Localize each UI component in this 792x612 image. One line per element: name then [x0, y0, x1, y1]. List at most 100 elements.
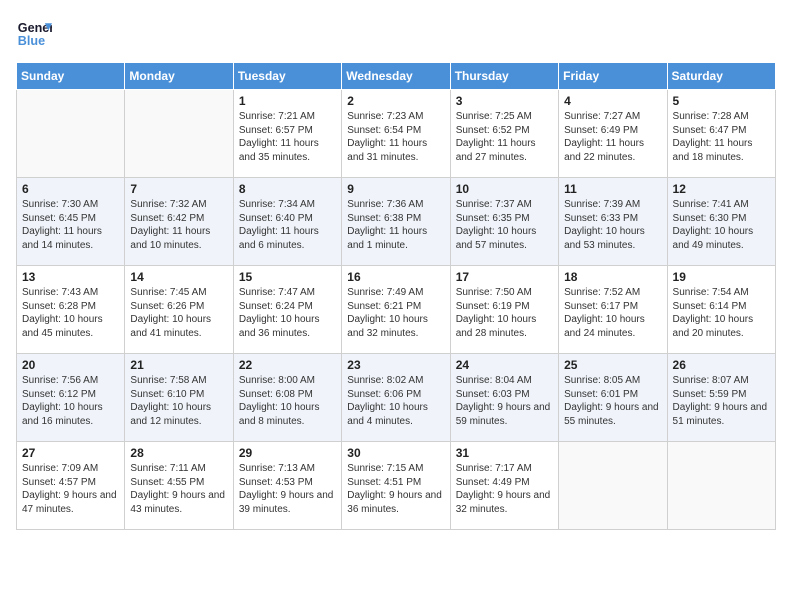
cell-content: Sunrise: 7:58 AM Sunset: 6:10 PM Dayligh…	[130, 374, 227, 428]
day-number: 8	[239, 182, 336, 196]
cell-content: Sunrise: 7:52 AM Sunset: 6:17 PM Dayligh…	[564, 286, 661, 340]
cell-content: Sunrise: 8:02 AM Sunset: 6:06 PM Dayligh…	[347, 374, 444, 428]
day-number: 10	[456, 182, 553, 196]
calendar-cell: 7 Sunrise: 7:32 AM Sunset: 6:42 PM Daylig…	[125, 178, 233, 266]
calendar-cell: 26 Sunrise: 8:07 AM Sunset: 5:59 PM Dayli…	[667, 354, 775, 442]
calendar-cell: 24 Sunrise: 8:04 AM Sunset: 6:03 PM Dayli…	[450, 354, 558, 442]
calendar-cell: 2 Sunrise: 7:23 AM Sunset: 6:54 PM Daylig…	[342, 90, 450, 178]
day-number: 17	[456, 270, 553, 284]
calendar-cell	[559, 442, 667, 530]
cell-content: Sunrise: 7:17 AM Sunset: 4:49 PM Dayligh…	[456, 462, 553, 516]
calendar-cell: 25 Sunrise: 8:05 AM Sunset: 6:01 PM Dayli…	[559, 354, 667, 442]
cell-content: Sunrise: 8:05 AM Sunset: 6:01 PM Dayligh…	[564, 374, 661, 428]
logo: General Blue	[16, 16, 52, 52]
calendar-cell: 9 Sunrise: 7:36 AM Sunset: 6:38 PM Daylig…	[342, 178, 450, 266]
day-number: 19	[673, 270, 770, 284]
calendar-cell: 30 Sunrise: 7:15 AM Sunset: 4:51 PM Dayli…	[342, 442, 450, 530]
day-number: 27	[22, 446, 119, 460]
day-number: 25	[564, 358, 661, 372]
cell-content: Sunrise: 7:34 AM Sunset: 6:40 PM Dayligh…	[239, 198, 336, 252]
calendar-cell: 18Sunrise: 7:52 AM Sunset: 6:17 PM Dayli…	[559, 266, 667, 354]
day-number: 4	[564, 94, 661, 108]
cell-content: Sunrise: 8:04 AM Sunset: 6:03 PM Dayligh…	[456, 374, 553, 428]
day-number: 28	[130, 446, 227, 460]
calendar-cell: 16 Sunrise: 7:49 AM Sunset: 6:21 PM Dayli…	[342, 266, 450, 354]
calendar-cell: 3Sunrise: 7:25 AM Sunset: 6:52 PM Daylig…	[450, 90, 558, 178]
calendar-cell: 14Sunrise: 7:45 AM Sunset: 6:26 PM Dayli…	[125, 266, 233, 354]
day-number: 13	[22, 270, 119, 284]
cell-content: Sunrise: 7:41 AM Sunset: 6:30 PM Dayligh…	[673, 198, 770, 252]
calendar-cell: 27 Sunrise: 7:09 AM Sunset: 4:57 PM Dayli…	[17, 442, 125, 530]
calendar-cell: 17 Sunrise: 7:50 AM Sunset: 6:19 PM Dayli…	[450, 266, 558, 354]
cell-content: Sunrise: 7:30 AM Sunset: 6:45 PM Dayligh…	[22, 198, 119, 252]
weekday-header: Sunday	[17, 63, 125, 90]
cell-content: Sunrise: 8:07 AM Sunset: 5:59 PM Dayligh…	[673, 374, 770, 428]
cell-content: Sunrise: 7:21 AM Sunset: 6:57 PM Dayligh…	[239, 110, 336, 164]
calendar-week-row: 27 Sunrise: 7:09 AM Sunset: 4:57 PM Dayli…	[17, 442, 776, 530]
day-number: 12	[673, 182, 770, 196]
cell-content: Sunrise: 7:15 AM Sunset: 4:51 PM Dayligh…	[347, 462, 444, 516]
day-number: 9	[347, 182, 444, 196]
cell-content: Sunrise: 7:56 AM Sunset: 6:12 PM Dayligh…	[22, 374, 119, 428]
calendar-cell: 12 Sunrise: 7:41 AM Sunset: 6:30 PM Dayli…	[667, 178, 775, 266]
day-number: 30	[347, 446, 444, 460]
calendar-table: SundayMondayTuesdayWednesdayThursdayFrid…	[16, 62, 776, 530]
calendar-cell: 29 Sunrise: 7:13 AM Sunset: 4:53 PM Dayli…	[233, 442, 341, 530]
day-number: 7	[130, 182, 227, 196]
svg-text:Blue: Blue	[18, 34, 45, 48]
day-number: 2	[347, 94, 444, 108]
day-number: 23	[347, 358, 444, 372]
calendar-cell	[667, 442, 775, 530]
day-number: 20	[22, 358, 119, 372]
day-number: 16	[347, 270, 444, 284]
day-number: 6	[22, 182, 119, 196]
page-header: General Blue	[16, 16, 776, 52]
calendar-cell: 20 Sunrise: 7:56 AM Sunset: 6:12 PM Dayli…	[17, 354, 125, 442]
day-number: 14	[130, 270, 227, 284]
weekday-header: Saturday	[667, 63, 775, 90]
weekday-header: Monday	[125, 63, 233, 90]
day-number: 29	[239, 446, 336, 460]
calendar-header: SundayMondayTuesdayWednesdayThursdayFrid…	[17, 63, 776, 90]
cell-content: Sunrise: 7:28 AM Sunset: 6:47 PM Dayligh…	[673, 110, 770, 164]
day-number: 24	[456, 358, 553, 372]
calendar-cell	[17, 90, 125, 178]
calendar-week-row: 13Sunrise: 7:43 AM Sunset: 6:28 PM Dayli…	[17, 266, 776, 354]
calendar-week-row: 6 Sunrise: 7:30 AM Sunset: 6:45 PM Daylig…	[17, 178, 776, 266]
calendar-cell: 13Sunrise: 7:43 AM Sunset: 6:28 PM Dayli…	[17, 266, 125, 354]
cell-content: Sunrise: 7:23 AM Sunset: 6:54 PM Dayligh…	[347, 110, 444, 164]
calendar-cell: 15 Sunrise: 7:47 AM Sunset: 6:24 PM Dayli…	[233, 266, 341, 354]
day-number: 1	[239, 94, 336, 108]
calendar-cell: 28Sunrise: 7:11 AM Sunset: 4:55 PM Dayli…	[125, 442, 233, 530]
day-number: 22	[239, 358, 336, 372]
calendar-cell: 10 Sunrise: 7:37 AM Sunset: 6:35 PM Dayli…	[450, 178, 558, 266]
calendar-cell: 23 Sunrise: 8:02 AM Sunset: 6:06 PM Dayli…	[342, 354, 450, 442]
cell-content: Sunrise: 7:47 AM Sunset: 6:24 PM Dayligh…	[239, 286, 336, 340]
calendar-cell: 5 Sunrise: 7:28 AM Sunset: 6:47 PM Daylig…	[667, 90, 775, 178]
calendar-cell: 8 Sunrise: 7:34 AM Sunset: 6:40 PM Daylig…	[233, 178, 341, 266]
calendar-cell: 22 Sunrise: 8:00 AM Sunset: 6:08 PM Dayli…	[233, 354, 341, 442]
cell-content: Sunrise: 7:50 AM Sunset: 6:19 PM Dayligh…	[456, 286, 553, 340]
cell-content: Sunrise: 7:27 AM Sunset: 6:49 PM Dayligh…	[564, 110, 661, 164]
cell-content: Sunrise: 7:37 AM Sunset: 6:35 PM Dayligh…	[456, 198, 553, 252]
calendar-cell: 4 Sunrise: 7:27 AM Sunset: 6:49 PM Daylig…	[559, 90, 667, 178]
calendar-cell: 1 Sunrise: 7:21 AM Sunset: 6:57 PM Daylig…	[233, 90, 341, 178]
weekday-header: Wednesday	[342, 63, 450, 90]
cell-content: Sunrise: 8:00 AM Sunset: 6:08 PM Dayligh…	[239, 374, 336, 428]
day-number: 26	[673, 358, 770, 372]
cell-content: Sunrise: 7:09 AM Sunset: 4:57 PM Dayligh…	[22, 462, 119, 516]
day-number: 5	[673, 94, 770, 108]
cell-content: Sunrise: 7:54 AM Sunset: 6:14 PM Dayligh…	[673, 286, 770, 340]
cell-content: Sunrise: 7:13 AM Sunset: 4:53 PM Dayligh…	[239, 462, 336, 516]
cell-content: Sunrise: 7:32 AM Sunset: 6:42 PM Dayligh…	[130, 198, 227, 252]
calendar-cell: 31Sunrise: 7:17 AM Sunset: 4:49 PM Dayli…	[450, 442, 558, 530]
day-number: 21	[130, 358, 227, 372]
weekday-header: Thursday	[450, 63, 558, 90]
calendar-cell: 11Sunrise: 7:39 AM Sunset: 6:33 PM Dayli…	[559, 178, 667, 266]
cell-content: Sunrise: 7:36 AM Sunset: 6:38 PM Dayligh…	[347, 198, 444, 252]
logo-icon: General Blue	[16, 16, 52, 52]
day-number: 15	[239, 270, 336, 284]
cell-content: Sunrise: 7:39 AM Sunset: 6:33 PM Dayligh…	[564, 198, 661, 252]
cell-content: Sunrise: 7:49 AM Sunset: 6:21 PM Dayligh…	[347, 286, 444, 340]
cell-content: Sunrise: 7:25 AM Sunset: 6:52 PM Dayligh…	[456, 110, 553, 164]
